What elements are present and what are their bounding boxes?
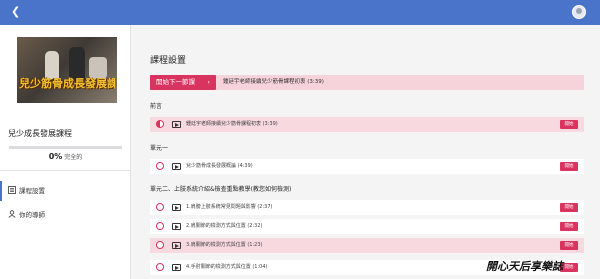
progress-circle-icon — [156, 241, 164, 249]
progress-circle-icon — [156, 222, 164, 230]
start-button[interactable]: 開始 — [560, 203, 578, 212]
page-title: 課程設置 — [150, 56, 187, 66]
start-next-lesson-button[interactable]: 開始下一節課 › — [150, 75, 216, 90]
progress-circle-icon — [156, 263, 164, 271]
active-indicator — [0, 181, 2, 201]
start-button[interactable]: 開始 — [560, 241, 578, 250]
progress-suffix: 完全的 — [64, 154, 83, 161]
course-cover-image: 兒少筋骨成長發展課程 — [17, 37, 117, 103]
progress-circle-icon — [156, 120, 164, 128]
lesson-row[interactable]: 鍾廷宇老師接續兒少筋骨課程初衷 (3:39) 開始 — [150, 117, 584, 132]
sidebar-divider — [0, 170, 131, 171]
video-icon — [172, 121, 181, 128]
cover-title: 兒少筋骨成長發展課程 — [19, 77, 115, 90]
video-icon — [172, 242, 181, 249]
lesson-title: 兒少筋骨成長發展概論 (4:39) — [186, 163, 253, 169]
video-icon — [172, 223, 181, 230]
lesson-title: 鍾廷宇老師接續兒少筋骨課程初衷 (3:39) — [186, 121, 278, 127]
lesson-row[interactable]: 1.肩膀上肢系統常見問題與影響 (2:37) 開始 — [150, 200, 584, 215]
person-icon — [8, 210, 16, 218]
lesson-title: 4.手肘關節的檢測方式與位置 (1:04) — [186, 264, 268, 270]
list-icon — [8, 186, 16, 194]
top-bar: ❮ — [0, 0, 600, 25]
progress-circle-icon — [156, 162, 164, 170]
sidebar: 兒少筋骨成長發展課程 兒少成長發展課程 0% 完全的 課程設置 你的導師 — [0, 25, 131, 279]
start-button[interactable]: 開始 — [560, 162, 578, 171]
chevron-right-icon: › — [207, 78, 210, 86]
sidebar-item-instructor[interactable]: 你的導師 — [8, 210, 45, 220]
lesson-row[interactable]: 兒少筋骨成長發展概論 (4:39) 開始 — [150, 159, 584, 174]
progress-percent: 0% — [48, 152, 63, 161]
progress-label: 0% 完全的 — [0, 152, 131, 161]
avatar[interactable] — [572, 5, 586, 19]
lesson-title: 3.肩關節的檢測方式與位置 (1:23) — [186, 242, 263, 248]
section-title: 單元一 — [150, 145, 169, 152]
sidebar-item-label: 課程設置 — [19, 187, 45, 195]
start-button[interactable]: 開始 — [560, 120, 578, 129]
video-icon — [172, 204, 181, 211]
video-icon — [172, 163, 181, 170]
progress-circle-icon — [156, 203, 164, 211]
next-lesson-title: 鍾廷宇老師接續兒少筋骨課程初衷 (3:39) — [223, 79, 324, 85]
lesson-title: 1.肩膀上肢系統常見問題與影響 (2:37) — [186, 204, 273, 210]
progress-bar — [9, 146, 122, 149]
video-icon — [172, 264, 181, 271]
sidebar-item-curriculum[interactable]: 課程設置 — [8, 186, 45, 196]
lesson-title: 2.肩關節的檢測方式與位置 (2:32) — [186, 223, 263, 229]
start-button[interactable]: 開始 — [560, 222, 578, 231]
back-arrow-icon[interactable]: ❮ — [11, 6, 23, 18]
next-button-label: 開始下一節課 — [156, 78, 195, 86]
section-title: 單元二、上肢系統介紹&檢查重點教學(教您如何檢測) — [150, 186, 292, 193]
next-lesson-bar: 開始下一節課 › 鍾廷宇老師接續兒少筋骨課程初衷 (3:39) — [150, 75, 584, 90]
course-name: 兒少成長發展課程 — [8, 129, 72, 138]
section-title: 前言 — [150, 103, 163, 110]
lesson-row[interactable]: 3.肩關節的檢測方式與位置 (1:23) 開始 — [150, 238, 584, 253]
watermark-text: 開心天后享樂誌 — [486, 260, 563, 273]
lesson-row[interactable]: 2.肩關節的檢測方式與位置 (2:32) 開始 — [150, 219, 584, 234]
sidebar-item-label: 你的導師 — [19, 211, 45, 219]
